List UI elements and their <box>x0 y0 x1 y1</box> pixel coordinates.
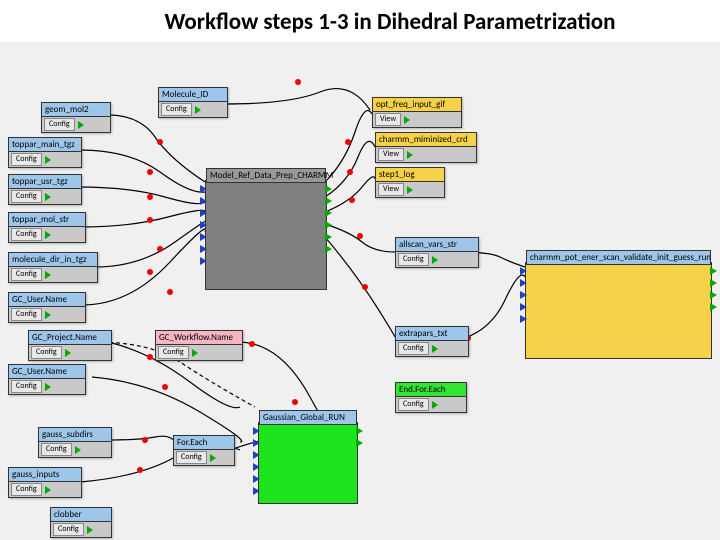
play-icon <box>45 383 51 391</box>
node-gaussian-global-run[interactable]: Gaussian_Global_RUN <box>258 422 358 504</box>
node-allscan-vars-str[interactable]: allscan_vars_str Config <box>395 237 479 268</box>
node-title: GC_User.Name <box>9 293 85 307</box>
workflow-canvas[interactable]: Molecule_ID Config geom_mol2 Config topp… <box>0 42 720 540</box>
node-title: extrapars_txt <box>396 327 468 341</box>
node-toppar-mol-str[interactable]: toppar_mol_str Config <box>8 212 86 243</box>
play-icon <box>210 454 216 462</box>
node-title: gauss_inputs <box>9 468 81 482</box>
node-title: toppar_mol_str <box>9 213 85 227</box>
config-button[interactable]: Config <box>161 103 192 116</box>
config-button[interactable]: Config <box>158 346 189 359</box>
play-icon <box>432 401 438 409</box>
node-opt-freq-input-gif[interactable]: opt_freq_input_gif View <box>372 97 462 128</box>
play-icon <box>195 106 201 114</box>
node-title: opt_freq_input_gif <box>373 98 461 112</box>
config-button[interactable]: Config <box>11 153 42 166</box>
view-button[interactable]: View <box>378 148 404 161</box>
play-icon <box>45 156 51 164</box>
node-title: charmm_pot_ener_scan_validate_init_guess… <box>526 250 711 265</box>
play-icon <box>432 256 438 264</box>
play-icon <box>45 271 51 279</box>
node-gauss-inputs[interactable]: gauss_inputs Config <box>8 467 82 498</box>
node-toppar-usr-tgz[interactable]: toppar_usr_tgz Config <box>8 174 82 205</box>
config-button[interactable]: Config <box>11 380 42 393</box>
node-gc-projectname[interactable]: GC_Project.Name Config <box>28 330 112 361</box>
config-button[interactable]: Config <box>53 523 84 536</box>
node-charmm-pot-ener-scan[interactable]: charmm_pot_ener_scan_validate_init_guess… <box>525 262 712 359</box>
node-title: GC_Workflow.Name <box>156 331 242 345</box>
play-icon <box>407 151 413 159</box>
config-button[interactable]: Config <box>11 228 42 241</box>
node-clobber[interactable]: clobber Config <box>50 507 112 538</box>
node-title: allscan_vars_str <box>396 238 478 252</box>
node-title: molecule_dir_in_tgz <box>9 253 97 267</box>
node-title: End.For.Each <box>396 383 466 397</box>
view-button[interactable]: View <box>378 183 404 196</box>
node-title: toppar_usr_tgz <box>9 175 81 189</box>
node-title: For.Each <box>174 436 234 450</box>
play-icon <box>45 486 51 494</box>
node-end-foreach[interactable]: End.For.Each Config <box>395 382 467 413</box>
config-button[interactable]: Config <box>176 451 207 464</box>
node-gc-username-2[interactable]: GC_User.Name Config <box>8 364 86 395</box>
play-icon <box>87 526 93 534</box>
node-title: charmm_miminized_crd <box>376 133 476 147</box>
node-title: Model_Ref_Data_Prep_CHARMM <box>206 168 326 183</box>
view-button[interactable]: View <box>375 113 401 126</box>
node-title: gauss_subdirs <box>39 428 111 442</box>
play-icon <box>75 446 81 454</box>
page-title: Workflow steps 1-3 in Dihedral Parametri… <box>0 0 720 42</box>
config-button[interactable]: Config <box>11 483 42 496</box>
play-icon <box>45 311 51 319</box>
node-gc-workflowname[interactable]: GC_Workflow.Name Config <box>155 330 243 361</box>
config-button[interactable]: Config <box>44 118 75 131</box>
config-button[interactable]: Config <box>11 190 42 203</box>
play-icon <box>65 349 71 357</box>
node-title: toppar_main_tgz <box>9 138 81 152</box>
node-title: clobber <box>51 508 111 522</box>
config-button[interactable]: Config <box>398 253 429 266</box>
node-title: geom_mol2 <box>42 103 110 117</box>
node-toppar-main-tgz[interactable]: toppar_main_tgz Config <box>8 137 82 168</box>
play-icon <box>45 193 51 201</box>
config-button[interactable]: Config <box>11 308 42 321</box>
config-button[interactable]: Config <box>31 346 62 359</box>
play-icon <box>45 231 51 239</box>
node-foreach[interactable]: For.Each Config <box>173 435 235 466</box>
config-button[interactable]: Config <box>398 398 429 411</box>
node-extrapars-txt[interactable]: extrapars_txt Config <box>395 326 469 357</box>
node-step1-log[interactable]: step1_log View <box>375 167 445 198</box>
node-title: step1_log <box>376 168 444 182</box>
node-molecule-dir-in-tgz[interactable]: molecule_dir_in_tgz Config <box>8 252 98 283</box>
config-button[interactable]: Config <box>41 443 72 456</box>
node-title: GC_Project.Name <box>29 331 111 345</box>
config-button[interactable]: Config <box>398 342 429 355</box>
play-icon <box>78 121 84 129</box>
node-title: Molecule_ID <box>159 88 227 102</box>
node-title: GC_User.Name <box>9 365 85 379</box>
node-charmm-minimized-crd[interactable]: charmm_miminized_crd View <box>375 132 477 163</box>
node-molecule-id[interactable]: Molecule_ID Config <box>158 87 228 118</box>
play-icon <box>192 349 198 357</box>
play-icon <box>432 345 438 353</box>
config-button[interactable]: Config <box>11 268 42 281</box>
node-gauss-subdirs[interactable]: gauss_subdirs Config <box>38 427 112 458</box>
node-geom-mol2[interactable]: geom_mol2 Config <box>41 102 111 133</box>
play-icon <box>404 116 410 124</box>
node-model-ref-data-prep-charmm[interactable]: Model_Ref_Data_Prep_CHARMM <box>205 180 327 290</box>
node-title: Gaussian_Global_RUN <box>259 410 357 425</box>
node-gc-username[interactable]: GC_User.Name Config <box>8 292 86 323</box>
play-icon <box>407 186 413 194</box>
